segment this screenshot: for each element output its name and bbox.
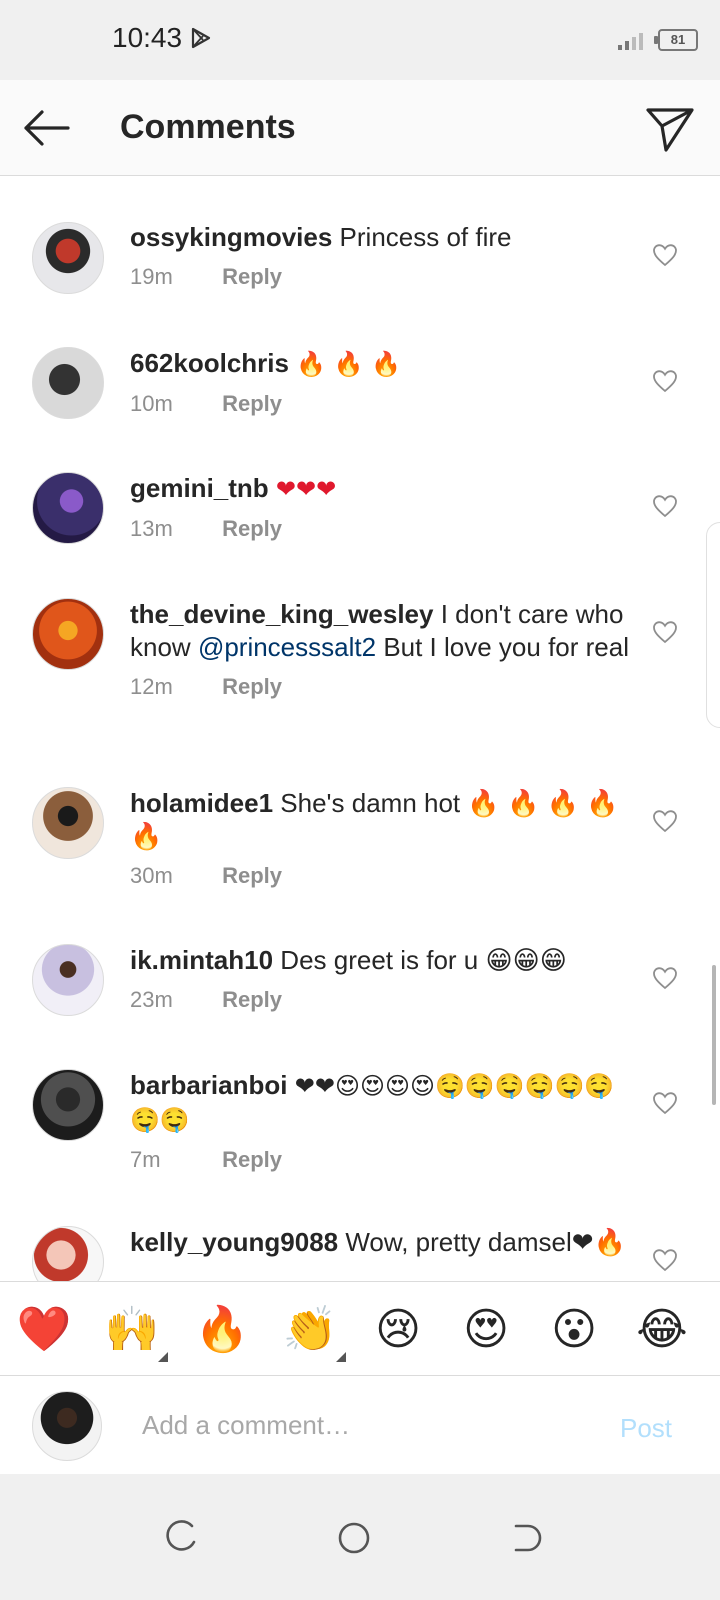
comment-meta: 7m Reply	[130, 1147, 630, 1177]
comment-body: kelly_young9088 Wow, pretty damsel❤🔥	[130, 1226, 630, 1259]
comment-body: the_devine_king_wesley I don't care who …	[130, 598, 630, 704]
comment-time: 10m	[130, 391, 173, 416]
username[interactable]: holamidee1	[130, 788, 273, 818]
skin-tone-indicator	[336, 1352, 346, 1362]
quick-emoji-bar: ❤️ 🙌 🔥 👏 😢 😍 😮 😂	[0, 1281, 720, 1376]
emoji-surprised-button[interactable]: 😮	[544, 1300, 604, 1360]
comment-time: 12m	[130, 674, 173, 699]
paper-plane-icon[interactable]	[644, 102, 696, 154]
comment-text: 662koolchris 🔥 🔥 🔥	[130, 347, 630, 381]
comment-meta: 12m Reply	[130, 674, 630, 704]
emoji-heart-button[interactable]: ❤️	[14, 1300, 74, 1360]
comment-body: barbarianboi ❤❤😍😍😍😍🤤🤤🤤🤤🤤🤤🤤🤤 7m Reply	[130, 1069, 630, 1177]
battery-level: 81	[670, 32, 686, 47]
avatar[interactable]	[32, 944, 104, 1016]
status-time: 10:43	[112, 22, 183, 53]
comment-body: holamidee1 She's damn hot 🔥 🔥 🔥 🔥 🔥 30m …	[130, 787, 630, 893]
avatar[interactable]	[32, 222, 104, 294]
comment-text: kelly_young9088 Wow, pretty damsel❤🔥	[130, 1226, 630, 1259]
edge-panel-handle[interactable]	[706, 522, 720, 728]
comment-meta: 19m Reply	[130, 264, 630, 294]
reply-button[interactable]: Reply	[222, 391, 282, 416]
username[interactable]: barbarianboi	[130, 1070, 287, 1100]
avatar[interactable]	[32, 1069, 104, 1141]
avatar	[32, 1391, 102, 1461]
comment-message: Wow, pretty damsel❤🔥	[345, 1227, 626, 1257]
comment-meta: 23m Reply	[130, 987, 630, 1017]
username[interactable]: ik.mintah10	[130, 945, 273, 975]
heart-outline-icon[interactable]	[652, 809, 678, 833]
username[interactable]: gemini_tnb	[130, 473, 269, 503]
reply-button[interactable]: Reply	[222, 516, 282, 541]
battery-icon: 81	[654, 29, 698, 51]
comment-meta: 10m Reply	[130, 391, 630, 421]
comment-time: 7m	[130, 1147, 161, 1172]
recent-apps-icon[interactable]	[160, 1518, 200, 1558]
post-button[interactable]: Post	[620, 1413, 672, 1444]
reply-button[interactable]: Reply	[222, 1147, 282, 1172]
emoji-raised-hands-button[interactable]: 🙌	[102, 1300, 162, 1360]
arrow-left-icon[interactable]	[20, 104, 72, 152]
emoji-crying-button[interactable]: 😢	[368, 1300, 428, 1360]
comment-input[interactable]	[142, 1405, 582, 1445]
back-nav-icon[interactable]	[506, 1518, 546, 1558]
comment-text: ossykingmovies Princess of fire	[130, 221, 630, 254]
comment-body: ik.mintah10 Des greet is for u 😁😁😁 23m R…	[130, 944, 630, 1017]
comment-message: 🔥 🔥 🔥	[296, 350, 402, 378]
comment-meta: 30m Reply	[130, 863, 630, 893]
comment-time: 30m	[130, 863, 173, 888]
comment-meta: 13m Reply	[130, 516, 630, 546]
comment-message: Princess of fire	[339, 222, 512, 252]
header: Comments	[0, 80, 720, 176]
comment-body: gemini_tnb ❤❤❤ 13m Reply	[130, 472, 630, 546]
comment-message: Des greet is for u 😁😁😁	[280, 945, 567, 975]
heart-outline-icon[interactable]	[652, 369, 678, 393]
skin-tone-indicator	[158, 1352, 168, 1362]
reply-button[interactable]: Reply	[222, 674, 282, 699]
comment-text: gemini_tnb ❤❤❤	[130, 472, 630, 506]
emoji-clap-button[interactable]: 👏	[280, 1300, 340, 1360]
signal-icon	[618, 33, 643, 50]
scrollbar-thumb[interactable]	[712, 965, 716, 1105]
status-bar: 10:43 81	[0, 0, 720, 80]
home-icon[interactable]	[334, 1518, 374, 1558]
reply-button[interactable]: Reply	[222, 264, 282, 289]
username[interactable]: 662koolchris	[130, 348, 289, 378]
play-store-icon	[191, 27, 211, 49]
emoji-fire-button[interactable]: 🔥	[192, 1300, 252, 1360]
username[interactable]: kelly_young9088	[130, 1227, 338, 1257]
username[interactable]: ossykingmovies	[130, 222, 332, 252]
comment-text: ik.mintah10 Des greet is for u 😁😁😁	[130, 944, 630, 977]
avatar[interactable]	[32, 347, 104, 419]
heart-outline-icon[interactable]	[652, 620, 678, 644]
avatar[interactable]	[32, 472, 104, 544]
comments-list[interactable]: ossykingmovies Princess of fire 19m Repl…	[0, 177, 720, 1307]
comment-body: 662koolchris 🔥 🔥 🔥 10m Reply	[130, 347, 630, 421]
heart-outline-icon[interactable]	[652, 1248, 678, 1272]
comment-body: ossykingmovies Princess of fire 19m Repl…	[130, 221, 630, 294]
reply-button[interactable]: Reply	[222, 987, 282, 1012]
comment-message: ❤❤❤	[275, 475, 337, 503]
comment-time: 23m	[130, 987, 173, 1012]
heart-outline-icon[interactable]	[652, 1091, 678, 1115]
comment-composer: Post	[0, 1377, 720, 1474]
heart-outline-icon[interactable]	[652, 494, 678, 518]
mention-link[interactable]: @princesssalt2	[198, 632, 376, 662]
heart-outline-icon[interactable]	[652, 966, 678, 990]
reply-button[interactable]: Reply	[222, 863, 282, 888]
comment-time: 19m	[130, 264, 173, 289]
comment-text: barbarianboi ❤❤😍😍😍😍🤤🤤🤤🤤🤤🤤🤤🤤	[130, 1069, 630, 1137]
page-title: Comments	[120, 108, 296, 146]
avatar[interactable]	[32, 787, 104, 859]
comment-message-continued: But I love you for real	[383, 632, 629, 662]
username[interactable]: the_devine_king_wesley	[130, 599, 433, 629]
system-nav-bar	[0, 1474, 720, 1600]
heart-outline-icon[interactable]	[652, 243, 678, 267]
avatar[interactable]	[32, 598, 104, 670]
emoji-heart-eyes-button[interactable]: 😍	[456, 1300, 516, 1360]
comment-time: 13m	[130, 516, 173, 541]
emoji-laughing-button[interactable]: 😂	[632, 1300, 692, 1360]
comment-text: holamidee1 She's damn hot 🔥 🔥 🔥 🔥 🔥	[130, 787, 630, 853]
comment-text: the_devine_king_wesley I don't care who …	[130, 598, 630, 664]
